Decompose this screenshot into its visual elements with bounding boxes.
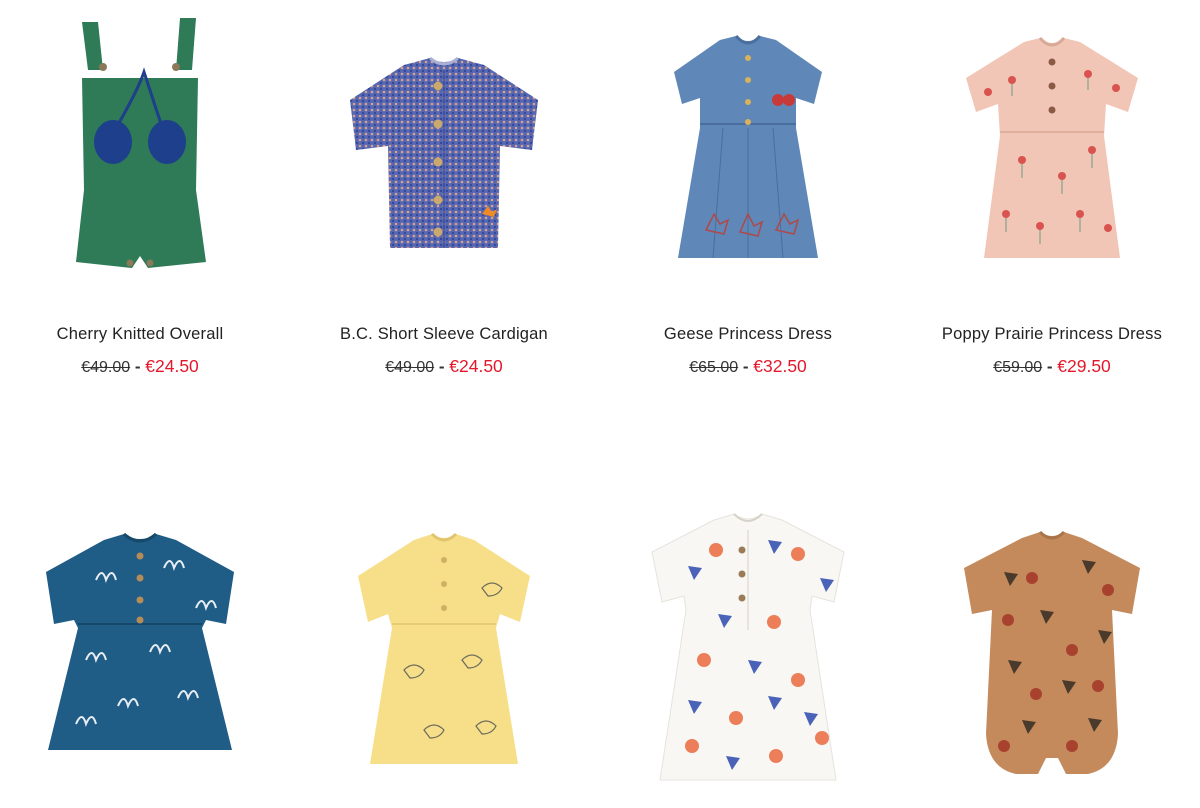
product-price: €49.00 - €24.50 [0,355,280,379]
sale-price: €24.50 [145,356,199,376]
price-separator: - [742,357,749,376]
yellow-bird-dress-image[interactable] [304,510,584,800]
white-geometric-dress-image[interactable] [608,510,888,800]
blue-melange-cardigan-image[interactable] [304,0,584,290]
product-card-white-geometric-dress[interactable] [608,510,888,800]
product-card-blue-printed-dress[interactable] [0,510,280,800]
product-card-cherry-knitted-overall[interactable]: Cherry Knitted Overall €49.00 - €24.50 [0,0,280,379]
price-separator: - [438,357,445,376]
product-card-bc-short-sleeve-cardigan[interactable]: B.C. Short Sleeve Cardigan €49.00 - €24.… [304,0,584,379]
original-price: €65.00 [689,359,739,376]
product-card-yellow-bird-dress[interactable] [304,510,584,800]
original-price: €49.00 [81,359,131,376]
sale-price: €24.50 [449,356,503,376]
product-card-geese-princess-dress[interactable]: Geese Princess Dress €65.00 - €32.50 [608,0,888,379]
price-separator: - [1046,357,1053,376]
product-name[interactable]: B.C. Short Sleeve Cardigan [304,324,584,344]
product-price: €65.00 - €32.50 [608,355,888,379]
product-card-poppy-prairie-princess-dress[interactable]: Poppy Prairie Princess Dress €59.00 - €2… [912,0,1192,379]
product-name[interactable]: Geese Princess Dress [608,324,888,344]
product-price: €59.00 - €29.50 [912,355,1192,379]
blue-printed-dress-image[interactable] [0,510,280,800]
product-grid: Cherry Knitted Overall €49.00 - €24.50 B… [0,0,1200,808]
brown-geometric-romper-image[interactable] [912,510,1192,800]
product-name[interactable]: Cherry Knitted Overall [0,324,280,344]
sale-price: €29.50 [1057,356,1111,376]
product-card-brown-geometric-romper[interactable] [912,510,1192,800]
price-separator: - [134,357,141,376]
denim-dress-image[interactable] [608,0,888,290]
product-price: €49.00 - €24.50 [304,355,584,379]
original-price: €59.00 [993,359,1043,376]
product-name[interactable]: Poppy Prairie Princess Dress [912,324,1192,344]
pink-floral-dress-image[interactable] [912,0,1192,290]
sale-price: €32.50 [753,356,807,376]
green-knitted-overall-image[interactable] [0,0,280,290]
original-price: €49.00 [385,359,435,376]
